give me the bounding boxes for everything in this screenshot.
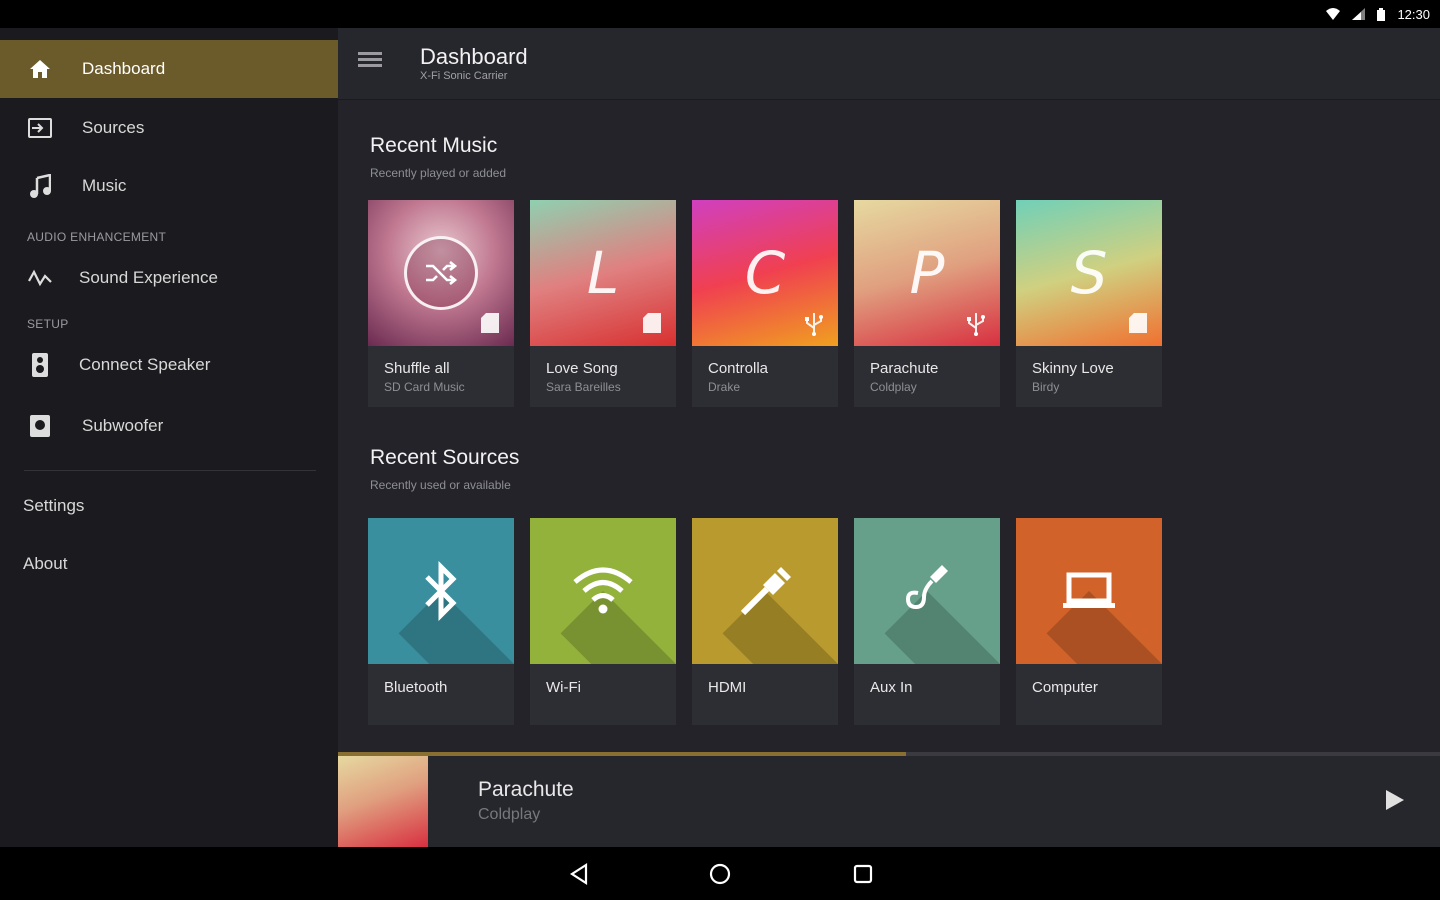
play-icon[interactable] (1382, 788, 1406, 812)
music-card[interactable]: P Parachute Coldplay (854, 200, 1000, 407)
card-subtitle: Drake (708, 380, 741, 394)
drawer-item-settings[interactable]: Settings (23, 496, 84, 516)
music-card[interactable]: Shuffle all SD Card Music (368, 200, 514, 407)
now-playing-bar[interactable]: Parachute Coldplay (338, 752, 1440, 847)
app-toolbar: Dashboard X-Fi Sonic Carrier (338, 28, 1440, 100)
source-card[interactable]: Computer (1016, 518, 1162, 725)
card-title: Love Song (546, 360, 618, 377)
home-nav-icon[interactable] (707, 861, 733, 887)
music-card[interactable]: L Love Song Sara Bareilles (530, 200, 676, 407)
source-tile (530, 518, 676, 664)
waveform-icon (26, 264, 54, 292)
input-icon (26, 114, 54, 142)
source-card[interactable]: Aux In (854, 518, 1000, 725)
usb-icon (966, 312, 986, 336)
drawer-item-label: Sound Experience (79, 268, 218, 287)
recent-music-title: Recent Music (370, 134, 498, 157)
sd-card-icon (480, 312, 500, 334)
aux-cable-icon (854, 518, 1000, 664)
album-art: P (854, 200, 1000, 346)
drawer-item-label: Connect Speaker (79, 355, 211, 374)
wifi-signal-icon (1326, 8, 1341, 20)
album-art: C (692, 200, 838, 346)
source-tile (854, 518, 1000, 664)
recent-sources-title: Recent Sources (370, 446, 520, 469)
card-title: Skinny Love (1032, 360, 1114, 377)
recent-music-subtitle: Recently played or added (370, 166, 507, 180)
drawer-item-about[interactable]: About (23, 554, 67, 574)
sd-card-icon (1128, 312, 1148, 334)
wifi-icon (530, 518, 676, 664)
card-subtitle: Sara Bareilles (546, 380, 621, 394)
album-art: S (1016, 200, 1162, 346)
card-title: Shuffle all (384, 360, 450, 377)
source-tile (692, 518, 838, 664)
drawer-item-sources[interactable]: Sources (0, 99, 338, 157)
drawer-item-label: Music (82, 176, 127, 195)
shuffle-icon (404, 236, 478, 310)
music-card[interactable]: C Controlla Drake (692, 200, 838, 407)
card-title: Bluetooth (384, 679, 448, 696)
bluetooth-icon (368, 518, 514, 664)
drawer-item-label: Subwoofer (82, 416, 164, 435)
recent-sources-subtitle: Recently used or available (370, 478, 511, 492)
source-tile (368, 518, 514, 664)
source-card[interactable]: Bluetooth (368, 518, 514, 725)
menu-icon[interactable] (358, 52, 382, 74)
now-playing-artist: Coldplay (478, 806, 541, 823)
sd-card-icon (642, 312, 662, 334)
back-icon[interactable] (566, 861, 592, 887)
card-title: Parachute (870, 360, 939, 377)
status-time: 12:30 (1397, 6, 1430, 22)
card-subtitle: SD Card Music (384, 380, 465, 394)
card-subtitle: Birdy (1032, 380, 1060, 394)
system-navigation-bar (0, 847, 1440, 900)
source-card[interactable]: HDMI (692, 518, 838, 725)
drawer-item-music[interactable]: Music (0, 157, 338, 215)
recents-icon[interactable] (850, 861, 876, 887)
page-title: Dashboard (420, 44, 528, 69)
card-title: HDMI (708, 679, 747, 696)
card-subtitle: Coldplay (870, 380, 917, 394)
usb-icon (804, 312, 824, 336)
card-title: Controlla (708, 360, 769, 377)
album-art (368, 200, 514, 346)
drawer-item-subwoofer[interactable]: Subwoofer (0, 397, 338, 455)
battery-icon (1377, 7, 1386, 21)
speaker-icon (26, 351, 54, 379)
drawer-item-connect-speaker[interactable]: Connect Speaker (0, 336, 338, 394)
card-title: Wi-Fi (546, 679, 581, 696)
home-icon (26, 55, 54, 83)
page-subtitle: X-Fi Sonic Carrier (420, 70, 508, 82)
source-tile (1016, 518, 1162, 664)
card-title: Computer (1032, 679, 1098, 696)
drawer-item-dashboard[interactable]: Dashboard (0, 40, 338, 98)
hdmi-icon (692, 518, 838, 664)
source-card[interactable]: Wi-Fi (530, 518, 676, 725)
main-content: Dashboard X-Fi Sonic Carrier Recent Musi… (338, 28, 1440, 847)
now-playing-title: Parachute (478, 778, 574, 801)
navigation-drawer: Dashboard Sources Music AUDIO ENHANCEMEN… (0, 28, 338, 847)
card-title: Aux In (870, 679, 913, 696)
drawer-item-label: Dashboard (82, 59, 166, 78)
laptop-icon (1016, 518, 1162, 664)
album-art: L (530, 200, 676, 346)
drawer-section-header: AUDIO ENHANCEMENT (27, 230, 167, 244)
drawer-divider (24, 470, 316, 471)
drawer-item-label: Sources (82, 118, 145, 137)
status-bar: 12:30 (0, 0, 1440, 28)
playback-progress[interactable] (338, 752, 1440, 756)
drawer-item-sound-experience[interactable]: Sound Experience (0, 249, 338, 307)
cell-signal-icon (1352, 8, 1366, 20)
now-playing-artwork (338, 756, 428, 847)
subwoofer-icon (26, 412, 54, 440)
music-note-icon (26, 172, 54, 200)
drawer-section-header: SETUP (27, 317, 69, 331)
music-card[interactable]: S Skinny Love Birdy (1016, 200, 1162, 407)
